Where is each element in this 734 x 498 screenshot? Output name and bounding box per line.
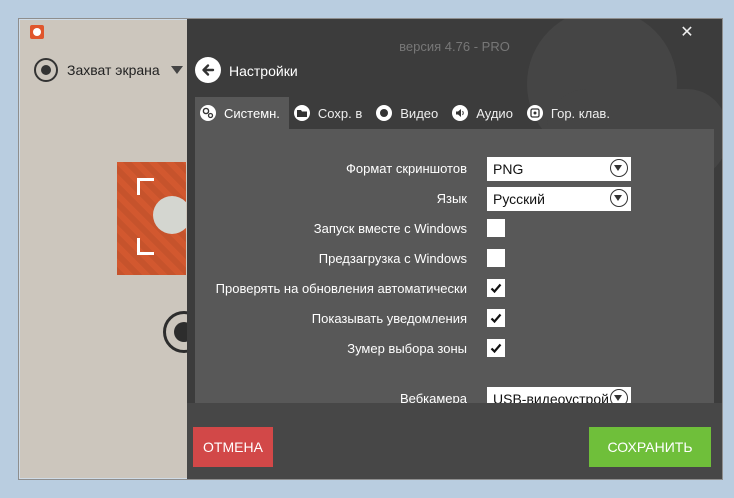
tab-label: Сохр. в — [317, 105, 363, 121]
setting-label: Проверять на обновления автоматически — [215, 281, 467, 296]
tab-label: Системн. — [224, 105, 280, 121]
speaker-icon — [452, 105, 469, 121]
settings-content: Формат скриншотов PNG Язык Русский Запус… — [195, 129, 714, 411]
save-button[interactable]: СОХРАНИТЬ — [589, 427, 711, 467]
setting-row-start-with-windows: Запуск вместе с Windows — [195, 217, 714, 241]
tab-label: Гор. клав. — [550, 105, 610, 121]
select-value: PNG — [493, 161, 524, 177]
tab-system[interactable]: Системн. — [195, 97, 289, 129]
folder-icon — [293, 105, 310, 121]
setting-label: Показывать уведомления — [311, 311, 467, 326]
checkmark-icon — [490, 283, 502, 294]
tab-label: Аудио — [476, 105, 513, 121]
setting-label: Язык — [436, 191, 467, 206]
setting-row-language: Язык Русский — [195, 187, 714, 211]
page-title: Настройки — [229, 63, 298, 79]
preview-circle — [153, 196, 186, 234]
setting-label: Предзагрузка с Windows — [318, 251, 467, 266]
tab-video[interactable]: Видео — [371, 97, 447, 129]
auto-update-checkbox[interactable] — [487, 279, 505, 297]
setting-label: Формат скриншотов — [346, 161, 467, 176]
setting-row-screenshot-format: Формат скриншотов PNG — [195, 157, 714, 181]
close-button[interactable]: ✕ — [677, 23, 697, 43]
footer-bar: ОТМЕНА СОХРАНИТЬ — [187, 403, 722, 479]
back-button[interactable] — [195, 57, 221, 83]
arrow-left-icon — [202, 64, 215, 76]
start-with-windows-checkbox[interactable] — [487, 219, 505, 237]
setting-row-zone-zoomer: Зумер выбора зоны — [195, 337, 714, 361]
capture-mode-label: Захват экрана — [67, 62, 160, 78]
frame-corner-icon — [137, 178, 154, 195]
record-icon — [34, 58, 58, 82]
setting-label: Запуск вместе с Windows — [313, 221, 467, 236]
language-select[interactable]: Русский — [487, 187, 631, 211]
tab-hotkeys[interactable]: Гор. клав. — [522, 97, 619, 129]
cancel-button[interactable]: ОТМЕНА — [193, 427, 273, 467]
tab-save-to[interactable]: Сохр. в — [289, 97, 371, 129]
gears-icon — [200, 105, 216, 121]
tab-label: Видео — [400, 105, 439, 121]
version-label: версия 4.76 - PRO — [399, 39, 510, 54]
settings-panel: версия 4.76 - PRO ✕ Настройки Системн. С… — [187, 19, 722, 479]
setting-row-show-notifications: Показывать уведомления — [195, 307, 714, 331]
chevron-down-icon — [610, 159, 628, 177]
setting-row-auto-update: Проверять на обновления автоматически — [195, 277, 714, 301]
app-window: Захват экрана версия 4.76 - PRO ✕ Настро… — [18, 18, 723, 480]
chevron-down-icon — [610, 189, 628, 207]
setting-row-preload-with-windows: Предзагрузка с Windows — [195, 247, 714, 271]
hotkey-icon — [526, 105, 543, 121]
setting-label: Зумер выбора зоны — [347, 341, 467, 356]
select-value: Русский — [493, 191, 545, 207]
app-logo-icon — [30, 25, 44, 39]
record-icon — [376, 105, 393, 121]
zone-zoomer-checkbox[interactable] — [487, 339, 505, 357]
preload-with-windows-checkbox[interactable] — [487, 249, 505, 267]
frame-corner-icon — [137, 238, 154, 255]
chevron-down-icon — [170, 66, 183, 74]
show-notifications-checkbox[interactable] — [487, 309, 505, 327]
capture-area-preview[interactable] — [117, 162, 186, 275]
checkmark-icon — [490, 343, 502, 354]
settings-tabs: Системн. Сохр. в Видео Аудио Гор. клав. — [195, 97, 619, 129]
tab-audio[interactable]: Аудио — [447, 97, 522, 129]
capture-mode-dropdown[interactable]: Захват экрана — [34, 55, 183, 85]
checkmark-icon — [490, 313, 502, 324]
screenshot-format-select[interactable]: PNG — [487, 157, 631, 181]
